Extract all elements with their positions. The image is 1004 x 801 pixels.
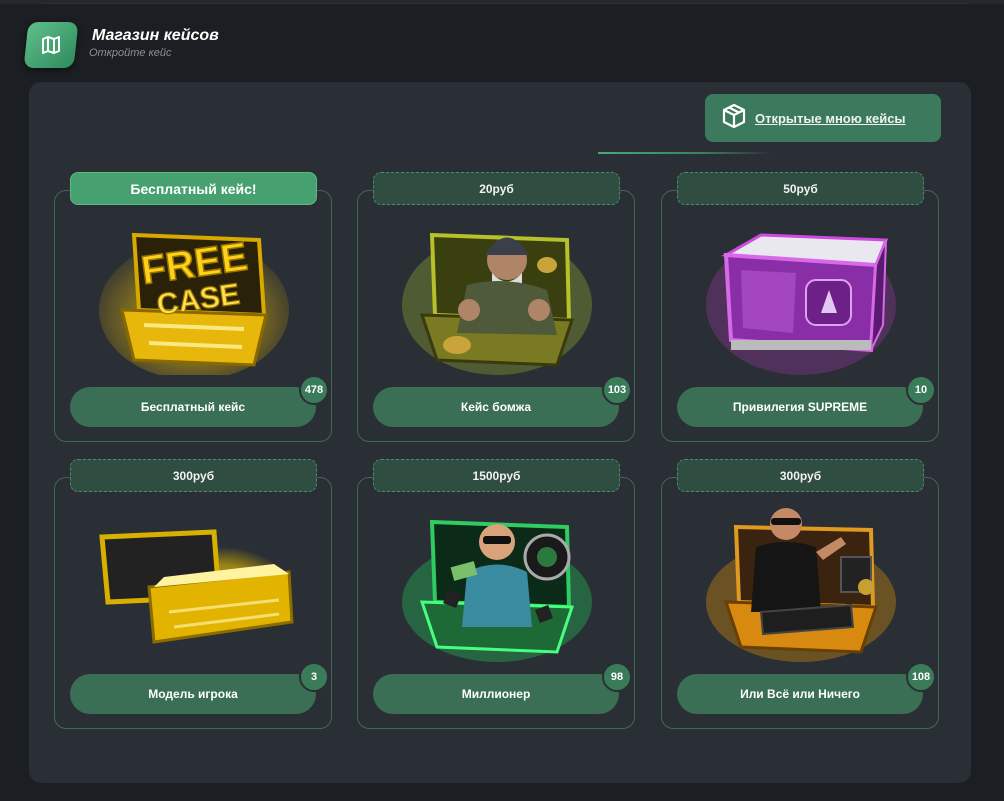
box-icon xyxy=(721,103,747,134)
case-count-badge: 3 xyxy=(299,662,329,692)
case-count-badge: 98 xyxy=(602,662,632,692)
case-card-homeless[interactable]: 20руб Кейс бомжа 103 xyxy=(357,172,635,442)
case-card-player-model[interactable]: 300руб Модель игрока 3 xyxy=(54,459,332,729)
all-or-nothing-case-art xyxy=(706,508,896,662)
case-card-millionaire[interactable]: 1500руб Миллионер 98 xyxy=(357,459,635,729)
homeless-case-art xyxy=(402,232,592,375)
opened-cases-button[interactable]: Открытые мною кейсы xyxy=(705,94,941,142)
price-tag: 50руб xyxy=(677,172,924,205)
case-count-badge: 108 xyxy=(906,662,936,692)
page-title: Магазин кейсов xyxy=(92,27,219,44)
open-case-button[interactable]: Или Всё или Ничего xyxy=(677,674,923,714)
map-icon xyxy=(23,22,79,68)
millionaire-case-art xyxy=(402,519,592,662)
player-model-case-art xyxy=(99,529,294,644)
case-card-supreme[interactable]: 50руб Привилегия SUPREME 10 xyxy=(661,172,939,442)
cases-panel: Открытые мною кейсы Бесплатный кейс! FRE… xyxy=(29,82,971,783)
supreme-case-art xyxy=(706,233,896,375)
open-case-button[interactable]: Привилегия SUPREME xyxy=(677,387,923,427)
case-count-badge: 10 xyxy=(906,375,936,405)
case-count-badge: 103 xyxy=(602,375,632,405)
price-tag: 300руб xyxy=(70,459,317,492)
case-count-badge: 478 xyxy=(299,375,329,405)
price-tag: 1500руб xyxy=(373,459,620,492)
open-case-button[interactable]: Бесплатный кейс xyxy=(70,387,316,427)
top-bar xyxy=(0,0,1004,4)
price-tag: Бесплатный кейс! xyxy=(70,172,317,205)
page-header: Магазин кейсов Откройте кейс xyxy=(23,22,426,70)
open-case-button[interactable]: Модель игрока xyxy=(70,674,316,714)
divider xyxy=(598,152,774,154)
page-subtitle: Откройте кейс xyxy=(89,47,172,59)
open-case-button[interactable]: Миллионер xyxy=(373,674,619,714)
free-case-art: FREE CASE xyxy=(99,232,289,375)
case-card-free[interactable]: Бесплатный кейс! FREE CASE Бесплатный ке… xyxy=(54,172,332,442)
open-case-button[interactable]: Кейс бомжа xyxy=(373,387,619,427)
price-tag: 20руб xyxy=(373,172,620,205)
opened-cases-label: Открытые мною кейсы xyxy=(755,110,906,126)
price-tag: 300руб xyxy=(677,459,924,492)
case-card-all-or-nothing[interactable]: 300руб Или Всё или Ничего 108 xyxy=(661,459,939,729)
